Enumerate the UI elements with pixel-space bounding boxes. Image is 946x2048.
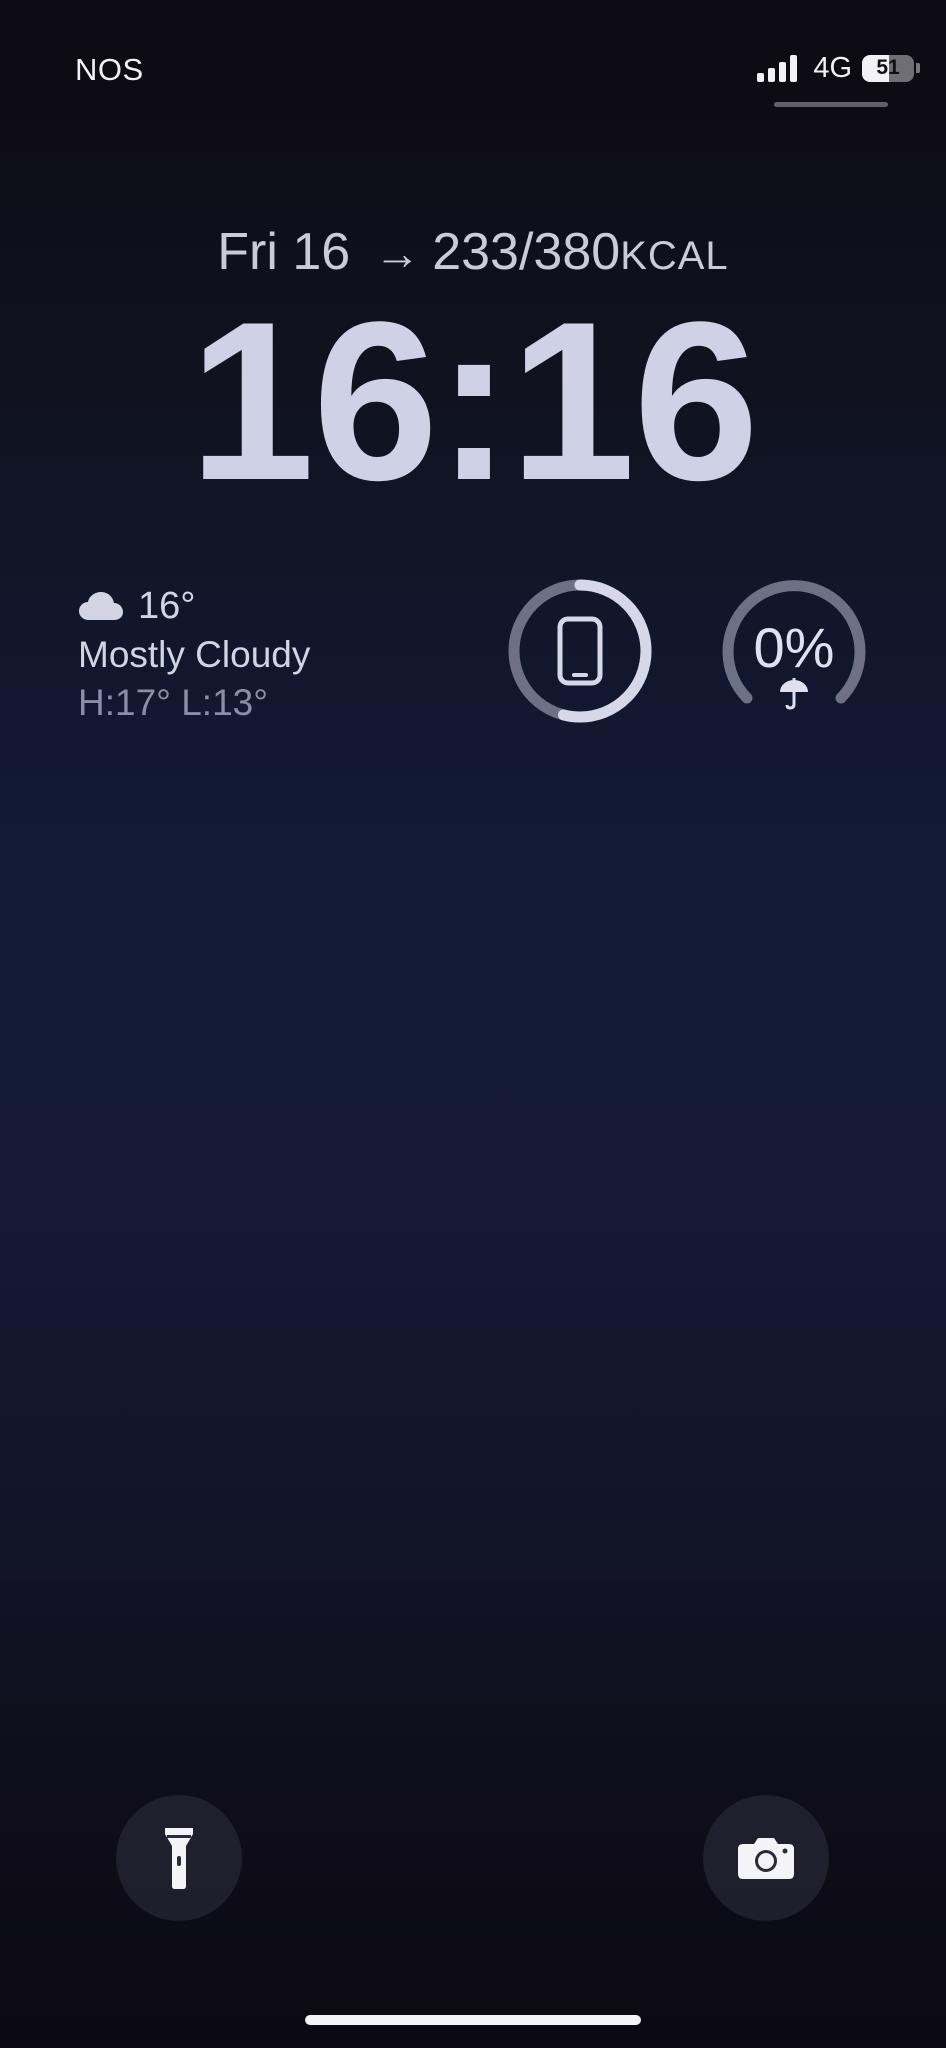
lock-screen: NOS 4G 51 Fri 16 →233/380KCAL 16:16 16° (0, 0, 946, 2048)
kcal-unit: KCAL (620, 234, 729, 278)
status-indicators: 4G 51 (757, 50, 920, 86)
arrow-right-icon: → (374, 227, 421, 279)
date-label: Fri 16 (217, 223, 351, 281)
battery-level: 51 (876, 56, 900, 79)
flashlight-icon (165, 1828, 193, 1889)
weather-temperature: 16° (138, 584, 196, 627)
date-activity-line[interactable]: Fri 16 → 233/380KCAL (0, 222, 946, 282)
battery-icon: 51 (862, 54, 920, 82)
rain-chance-widget[interactable]: 0% (719, 576, 869, 726)
camera-button[interactable] (703, 1795, 829, 1921)
weather-widget[interactable]: 16° Mostly Cloudy H:17° L:13° (78, 582, 310, 724)
camera-icon (738, 1838, 794, 1879)
lock-clock[interactable]: 16:16 (0, 288, 946, 514)
cloud-icon (79, 592, 123, 620)
cellular-signal-icon (757, 54, 798, 82)
umbrella-icon (780, 678, 808, 710)
iphone-icon (557, 616, 603, 686)
network-type: 4G (813, 51, 852, 84)
carrier-name: NOS (75, 52, 144, 87)
weather-condition: Mostly Cloudy (78, 634, 311, 675)
status-bar-handle (774, 102, 888, 107)
flashlight-button[interactable] (116, 1795, 242, 1921)
kcal-value: 233/380 (432, 223, 621, 281)
device-battery-widget[interactable] (505, 576, 655, 726)
home-indicator[interactable] (305, 2015, 641, 2025)
weather-high-low: H:17° L:13° (78, 682, 269, 723)
